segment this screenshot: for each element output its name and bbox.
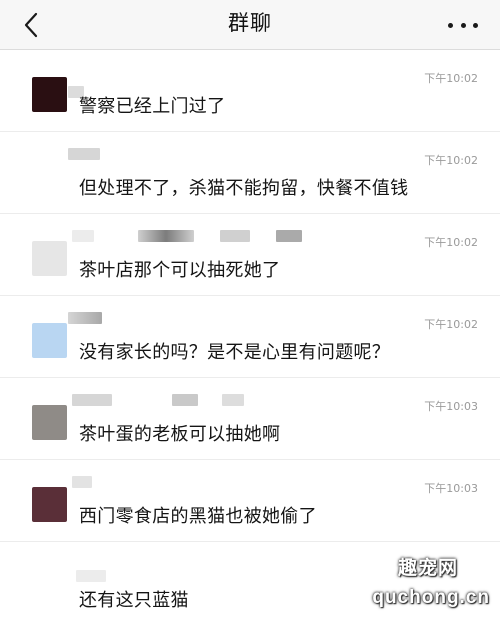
message-time: 下午10:02 [424,72,478,85]
avatar[interactable] [32,77,67,112]
message-text: 警察已经上门过了 [79,96,226,117]
message-text: 没有家长的吗？是不是心里有问题呢？ [79,342,391,363]
blurred-sender-name [138,230,194,242]
message-time: 下午10:02 [424,318,478,331]
blurred-sender-name [172,394,198,406]
list-item[interactable]: 下午10:03 西门零食店的黑猫也被她偷了 [0,460,500,542]
blurred-sender-name [72,476,92,488]
avatar[interactable] [32,405,67,440]
list-item[interactable]: 下午10:02 茶叶店那个可以抽死她了 [0,214,500,296]
avatar[interactable] [32,241,67,276]
list-item[interactable]: 下午10:03 茶叶蛋的老板可以抽她啊 [0,378,500,460]
avatar[interactable] [32,487,67,522]
blurred-sender-name [72,394,112,406]
message-time: 下午10:02 [424,236,478,249]
message-text: 茶叶蛋的老板可以抽她啊 [79,424,281,445]
message-text: 但处理不了，杀猫不能拘留，快餐不值钱 [79,178,409,199]
message-text: 茶叶店那个可以抽死她了 [79,260,281,281]
message-time: 下午10:02 [424,154,478,167]
message-time: 下午10:03 [424,400,478,413]
blurred-sender-name [76,570,106,582]
list-item[interactable]: 下午10:02 没有家长的吗？是不是心里有问题呢？ [0,296,500,378]
list-item[interactable]: 下午10:02 警察已经上门过了 [0,50,500,132]
blurred-sender-name [72,230,94,242]
more-dots-icon [448,22,453,28]
message-time: 下午10:03 [424,482,478,495]
page-title: 群聊 [228,11,272,35]
more-button[interactable] [448,13,478,37]
message-text: 西门零食店的黑猫也被她偷了 [79,506,317,527]
list-item[interactable]: 还有这只蓝猫 [0,542,500,617]
chat-screen: 群聊 下午10:02 警察已经上门过了 下午10:02 但处理不了，杀猫不能拘留… [0,0,500,617]
blurred-sender-name [68,312,102,324]
blurred-sender-name [276,230,302,242]
message-text: 还有这只蓝猫 [79,590,189,611]
navigation-bar: 群聊 [0,0,500,50]
avatar[interactable] [32,323,67,358]
blurred-sender-name [68,148,100,160]
blurred-sender-name [222,394,244,406]
list-item[interactable]: 下午10:02 但处理不了，杀猫不能拘留，快餐不值钱 [0,132,500,214]
blurred-sender-name [220,230,250,242]
message-list: 下午10:02 警察已经上门过了 下午10:02 但处理不了，杀猫不能拘留，快餐… [0,50,500,617]
